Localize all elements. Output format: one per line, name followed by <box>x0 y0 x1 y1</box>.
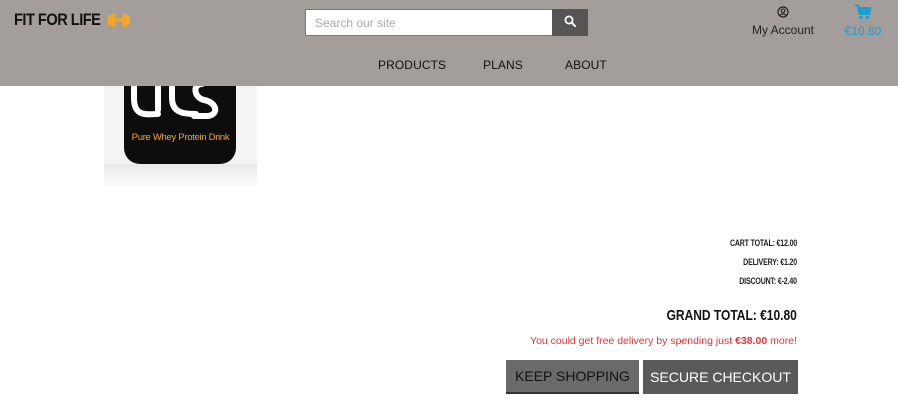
secure-checkout-button[interactable]: SECURE CHECKOUT <box>643 360 798 394</box>
dumbbell-icon <box>107 12 131 33</box>
search-bar <box>305 9 588 36</box>
image-fade <box>104 164 257 190</box>
shopping-cart-icon <box>838 4 888 23</box>
discount-line: DISCOUNT: €-2.40 <box>739 276 797 286</box>
search-input[interactable] <box>305 9 553 36</box>
nav-plans[interactable]: PLANS <box>483 58 523 72</box>
search-button[interactable] <box>552 9 588 36</box>
logo-text: FIT FOR LIFE <box>14 10 101 29</box>
keep-shopping-button[interactable]: KEEP SHOPPING <box>506 360 639 394</box>
cart-link[interactable]: €10.80 <box>838 4 888 38</box>
search-icon <box>564 14 577 32</box>
cart-total: €10.80 <box>844 24 882 38</box>
cart-total-line: CART TOTAL: €12.00 <box>729 238 797 248</box>
product-image[interactable]: Pure Whey Protein Drink <box>104 86 257 190</box>
free-delivery-message: You could get free delivery by spending … <box>530 335 797 347</box>
free-delivery-amount: €38.00 <box>735 335 768 347</box>
nav-about[interactable]: ABOUT <box>565 58 607 72</box>
site-header: FIT FOR LIFE Search our site My Account … <box>0 0 898 86</box>
user-circle-icon <box>745 6 821 21</box>
free-delivery-prefix: You could get free delivery by spending … <box>530 335 736 347</box>
my-account-label: My Account <box>751 23 815 37</box>
grand-total: GRAND TOTAL: €10.80 <box>666 307 797 324</box>
product-bottle <box>124 86 236 164</box>
nav-products[interactable]: PRODUCTS <box>378 58 446 72</box>
free-delivery-suffix: more! <box>767 335 797 347</box>
product-label-text: Pure Whey Protein Drink <box>131 132 230 143</box>
site-logo[interactable]: FIT FOR LIFE <box>14 10 131 33</box>
my-account-link[interactable]: My Account <box>745 6 821 37</box>
delivery-line: DELIVERY: €1.20 <box>743 257 797 267</box>
